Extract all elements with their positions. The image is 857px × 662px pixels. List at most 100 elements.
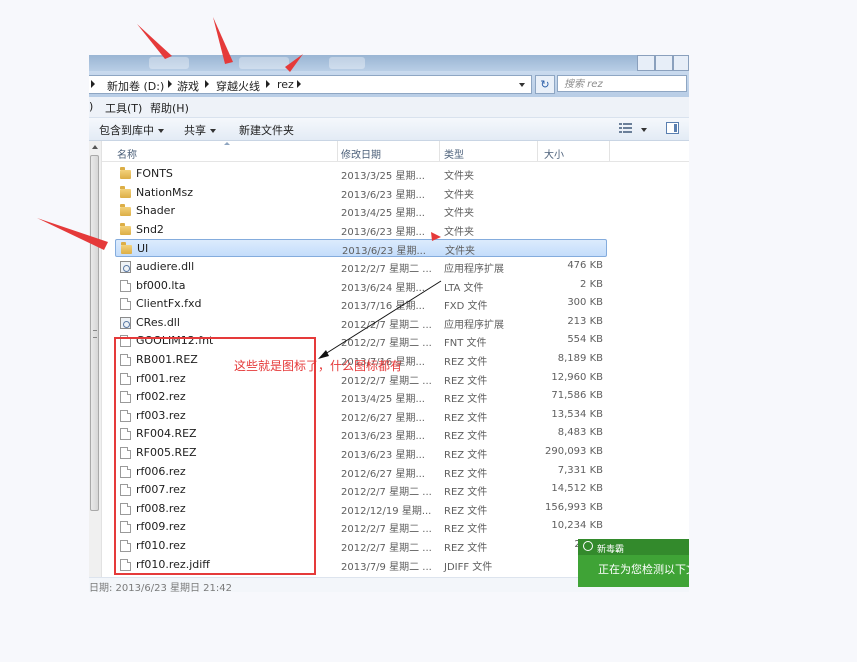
breadcrumb-drive[interactable]: 新加卷 (D:) xyxy=(107,78,164,94)
sort-ascending-icon xyxy=(224,142,230,145)
file-row[interactable]: FONTS 2013/3/25 星期... 文件夹 xyxy=(115,165,607,183)
file-icon xyxy=(120,280,131,292)
file-type: 文件夹 xyxy=(445,246,475,257)
maximize-button[interactable] xyxy=(655,55,673,71)
file-size: 156,993 KB xyxy=(545,502,603,513)
file-row[interactable]: Snd2 2013/6/23 星期... 文件夹 xyxy=(115,221,607,239)
file-size: 213 KB xyxy=(567,316,603,327)
breadcrumb-crossfire[interactable]: 穿越火线 xyxy=(216,78,260,94)
file-modified-date: 2013/6/23 星期... xyxy=(342,246,426,257)
file-modified-date: 2013/6/23 星期... xyxy=(341,450,425,461)
column-divider[interactable] xyxy=(609,141,610,161)
file-name: Shader xyxy=(136,204,175,217)
preview-pane-icon[interactable] xyxy=(666,122,679,134)
file-size: 13,534 KB xyxy=(551,409,603,420)
file-type: 文件夹 xyxy=(444,208,474,219)
search-input[interactable]: 搜索 rez xyxy=(557,75,687,92)
file-row[interactable]: NationMsz 2013/6/23 星期... 文件夹 xyxy=(115,184,607,202)
file-modified-date: 2013/6/23 星期... xyxy=(341,431,425,442)
breadcrumb-arrow-icon[interactable] xyxy=(168,80,172,88)
column-divider[interactable] xyxy=(439,141,440,161)
scroll-up-icon[interactable] xyxy=(92,145,98,149)
file-type: FXD 文件 xyxy=(444,301,488,312)
file-size: 554 KB xyxy=(567,334,603,345)
file-name: ClientFx.fxd xyxy=(136,297,202,310)
refresh-icon[interactable]: ↻ xyxy=(535,75,555,94)
address-field[interactable]: 新加卷 (D:) 游戏 穿越火线 rez xyxy=(89,75,532,94)
file-row[interactable]: CRes.dll 2012/2/7 星期二 ... 应用程序扩展 213 KB xyxy=(115,314,607,332)
share-button[interactable]: 共享 xyxy=(184,122,216,138)
file-name: Snd2 xyxy=(136,223,164,236)
column-divider[interactable] xyxy=(337,141,338,161)
file-type: 应用程序扩展 xyxy=(444,264,504,275)
file-type: 文件夹 xyxy=(444,227,474,238)
title-thumbnail xyxy=(239,57,289,69)
file-size: 14,512 KB xyxy=(551,483,603,494)
file-name: FONTS xyxy=(136,167,173,180)
file-size: 7,331 KB xyxy=(557,465,603,476)
vertical-scrollbar[interactable] xyxy=(89,141,102,577)
address-dropdown-icon[interactable] xyxy=(519,83,525,87)
popup-header: 新毒霸 xyxy=(578,539,689,555)
file-modified-date: 2012/2/7 星期二 ... xyxy=(341,543,432,554)
column-header-size[interactable]: 大小 xyxy=(544,146,564,161)
file-type: REZ 文件 xyxy=(444,357,488,368)
breadcrumb-arrow-icon[interactable] xyxy=(297,80,301,88)
breadcrumb-arrow-icon[interactable] xyxy=(266,80,270,88)
file-row[interactable]: audiere.dll 2012/2/7 星期二 ... 应用程序扩展 476 KB xyxy=(115,258,607,276)
chevron-down-icon xyxy=(158,129,164,133)
column-header-modified[interactable]: 修改日期 xyxy=(341,146,381,161)
file-modified-date: 2013/4/25 星期... xyxy=(341,394,425,405)
file-modified-date: 2012/2/7 星期二 ... xyxy=(341,264,432,275)
file-modified-date: 2012/2/7 星期二 ... xyxy=(341,338,432,349)
file-modified-date: 2013/6/23 星期... xyxy=(341,227,425,238)
view-options-icon[interactable] xyxy=(619,123,632,134)
file-type: LTA 文件 xyxy=(444,283,484,294)
file-name: audiere.dll xyxy=(136,260,195,273)
file-name: NationMsz xyxy=(136,186,194,199)
file-type: REZ 文件 xyxy=(444,487,488,498)
column-header-name[interactable]: 名称 xyxy=(117,146,137,161)
breadcrumb-games[interactable]: 游戏 xyxy=(177,78,199,94)
new-folder-button[interactable]: 新建文件夹 xyxy=(239,122,294,138)
folder-icon xyxy=(120,186,131,198)
scrollbar-thumb[interactable] xyxy=(90,155,99,511)
file-row[interactable]: bf000.lta 2013/6/24 星期... LTA 文件 2 KB xyxy=(115,277,607,295)
file-modified-date: 2012/2/7 星期二 ... xyxy=(341,487,432,498)
close-button[interactable] xyxy=(673,55,689,71)
file-modified-date: 2012/2/7 星期二 ... xyxy=(341,524,432,535)
antivirus-logo-icon xyxy=(583,541,593,551)
file-type: REZ 文件 xyxy=(444,376,488,387)
file-type: REZ 文件 xyxy=(444,413,488,424)
file-row[interactable]: ClientFx.fxd 2013/7/16 星期... FXD 文件 300 KB xyxy=(115,295,607,313)
address-bar: 新加卷 (D:) 游戏 穿越火线 rez ↻ 搜索 rez xyxy=(89,71,689,97)
include-in-library-button[interactable]: 包含到库中 xyxy=(99,122,164,138)
chevron-down-icon xyxy=(210,129,216,133)
file-size: 300 KB xyxy=(567,297,603,308)
file-row[interactable]: UI 2013/6/23 星期... 文件夹 xyxy=(115,239,607,257)
column-headers: 名称 修改日期 类型 大小 xyxy=(102,141,689,162)
breadcrumb-arrow-icon[interactable] xyxy=(205,80,209,88)
file-size: 290,093 KB xyxy=(545,446,603,457)
menu-view[interactable]: ) xyxy=(89,100,93,113)
breadcrumb-arrow-icon[interactable] xyxy=(91,80,95,88)
file-type: REZ 文件 xyxy=(444,431,488,442)
file-modified-date: 2012/12/19 星期... xyxy=(341,506,432,517)
status-text: 日期: 2013/6/23 星期日 21:42 xyxy=(89,583,232,592)
share-label: 共享 xyxy=(184,124,206,137)
file-type: REZ 文件 xyxy=(444,450,488,461)
file-type: 应用程序扩展 xyxy=(444,320,504,331)
menu-help[interactable]: 帮助(H) xyxy=(150,100,189,116)
file-icon xyxy=(120,298,131,310)
file-size: 476 KB xyxy=(567,260,603,271)
minimize-button[interactable] xyxy=(637,55,655,71)
file-size: 8,189 KB xyxy=(557,353,603,364)
dll-file-icon xyxy=(120,317,131,329)
view-dropdown-icon[interactable] xyxy=(641,128,647,132)
column-header-type[interactable]: 类型 xyxy=(444,146,464,161)
column-divider[interactable] xyxy=(537,141,538,161)
antivirus-popup[interactable]: 新毒霸 正在为您检测以下文件 xyxy=(578,539,689,587)
breadcrumb-rez[interactable]: rez xyxy=(277,78,294,91)
file-row[interactable]: Shader 2013/4/25 星期... 文件夹 xyxy=(115,202,607,220)
menu-tools[interactable]: 工具(T) xyxy=(105,100,142,116)
